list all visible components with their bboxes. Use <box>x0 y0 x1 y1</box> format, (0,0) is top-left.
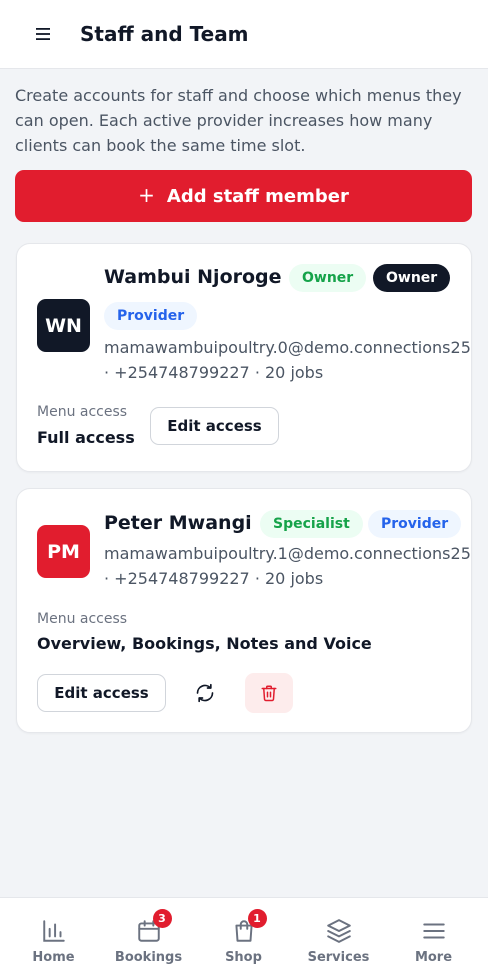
nav-shop[interactable]: 1 Shop <box>196 898 291 975</box>
app-header: Staff and Team <box>0 0 488 69</box>
role-badge: Specialist <box>260 510 363 538</box>
staff-card: WN Wambui Njoroge Owner Owner Provider m… <box>16 243 472 472</box>
avatar: WN <box>37 299 90 352</box>
provider-badge: Provider <box>104 302 198 330</box>
hamburger-icon <box>422 923 445 939</box>
access-value: Overview, Bookings, Notes and Voice <box>37 634 372 653</box>
refresh-icon <box>196 683 214 703</box>
role-badge: Owner <box>289 264 367 292</box>
delete-button[interactable] <box>245 673 293 713</box>
staff-details: · +254748799227 · 20 jobs <box>104 569 324 588</box>
bottom-navigation: Home 3 Bookings 1 Shop Services More <box>0 897 488 975</box>
layers-icon <box>326 919 351 943</box>
nav-services[interactable]: Services <box>291 898 386 975</box>
add-staff-button[interactable]: + Add staff member <box>15 170 472 222</box>
edit-access-button[interactable]: Edit access <box>37 674 166 712</box>
access-label: Menu access <box>37 611 128 627</box>
nav-label: Bookings <box>114 950 183 965</box>
refresh-button[interactable] <box>181 673 229 713</box>
avatar: PM <box>37 525 90 578</box>
page-title: Staff and Team <box>80 22 249 46</box>
staff-email: mamawambuipoultry.1@demo.connections254. <box>104 544 472 563</box>
plus-icon: + <box>138 183 155 207</box>
nav-label: Services <box>307 950 370 965</box>
staff-email: mamawambuipoultry.0@demo.connections254. <box>104 338 472 357</box>
staff-name: Peter Mwangi <box>104 512 252 534</box>
bar-chart-icon <box>42 920 65 942</box>
menu-button[interactable] <box>24 14 64 54</box>
nav-label: Home <box>32 950 75 965</box>
access-value: Full access <box>37 428 135 447</box>
add-staff-label: Add staff member <box>166 185 349 207</box>
provider-badge: Provider <box>368 510 462 538</box>
access-label: Menu access <box>37 404 128 420</box>
intro-text: Create accounts for staff and choose whi… <box>15 86 462 155</box>
nav-home[interactable]: Home <box>6 898 101 975</box>
trash-icon <box>261 685 277 702</box>
notification-badge: 1 <box>247 909 267 928</box>
nav-more[interactable]: More <box>386 898 481 975</box>
nav-label: Shop <box>225 950 262 965</box>
staff-name: Wambui Njoroge <box>104 266 282 288</box>
role-badge: Owner <box>373 264 451 292</box>
edit-access-button[interactable]: Edit access <box>150 407 279 445</box>
notification-badge: 3 <box>152 909 172 928</box>
staff-card: PM Peter Mwangi Specialist Provider mama… <box>16 488 472 733</box>
hamburger-icon <box>36 28 50 40</box>
nav-label: More <box>414 950 453 965</box>
staff-details: · +254748799227 · 20 jobs <box>104 363 324 382</box>
nav-bookings[interactable]: 3 Bookings <box>101 898 196 975</box>
